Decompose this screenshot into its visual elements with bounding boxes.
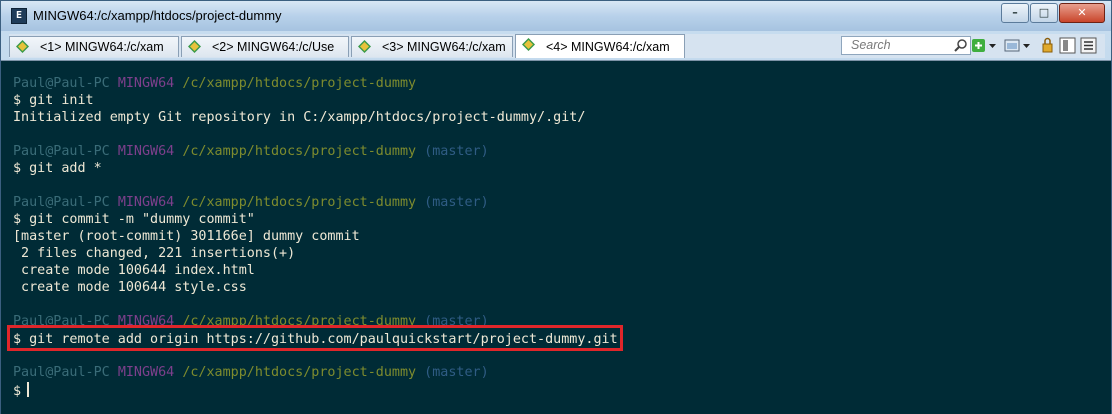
new-tab-dropdown-icon[interactable] (988, 37, 997, 54)
panel-toggle-icon[interactable] (1059, 37, 1076, 54)
menu-icon[interactable] (1080, 37, 1097, 54)
console-tab-icon (358, 40, 371, 53)
prompt-line: Paul@Paul-PC MINGW64 /c/xampp/htdocs/pro… (13, 195, 489, 212)
output-line: 2 files changed, 221 insertions(+) (13, 246, 296, 261)
terminal-app-icon: E (11, 8, 27, 24)
output-line: [master (root-commit) 301166e] dummy com… (13, 229, 360, 244)
title-bar[interactable]: E MINGW64:/c/xampp/htdocs/project-dummy … (1, 1, 1111, 31)
prompt-symbol: $ (13, 384, 22, 399)
prompt-msystem: MINGW64 (117, 365, 175, 380)
command-text: git init (29, 93, 94, 108)
console-window: E MINGW64:/c/xampp/htdocs/project-dummy … (0, 0, 1112, 414)
command-line-active[interactable]: $ (13, 382, 30, 399)
terminal-output[interactable]: Paul@Paul-PC MINGW64 /c/xampp/htdocs/pro… (1, 60, 1111, 414)
tab-1[interactable]: <1> MINGW64:/c/xam (9, 36, 179, 57)
prompt-symbol: $ (13, 161, 22, 176)
new-tab-icon[interactable] (971, 37, 986, 54)
highlight-box (7, 325, 623, 351)
prompt-path: /c/xampp/htdocs/project-dummy (182, 144, 417, 159)
text-cursor (27, 382, 30, 397)
prompt-user: Paul@Paul-PC (13, 144, 110, 159)
search-placeholder: Search (851, 38, 891, 52)
tab-2[interactable]: <2> MINGW64:/c/Use (181, 36, 349, 57)
window-title: MINGW64:/c/xampp/htdocs/project-dummy (33, 8, 282, 23)
search-icon[interactable] (953, 38, 968, 53)
prompt-branch: (master) (424, 195, 489, 210)
command-line: $ git init (13, 93, 94, 110)
prompt-line: Paul@Paul-PC MINGW64 /c/xampp/htdocs/pro… (13, 144, 489, 161)
prompt-symbol: $ (13, 93, 22, 108)
window-controls: – □ ✕ (1000, 3, 1105, 23)
prompt-line: Paul@Paul-PC MINGW64 /c/xampp/htdocs/pro… (13, 76, 416, 93)
tab-bar: <1> MINGW64:/c/xam <2> MINGW64:/c/Use <3… (9, 34, 1105, 58)
prompt-path: /c/xampp/htdocs/project-dummy (182, 76, 417, 91)
window-layout-icon[interactable] (1004, 37, 1020, 54)
search-input[interactable]: Search (841, 36, 971, 55)
console-tab-icon (522, 38, 535, 51)
command-text: git add * (29, 161, 102, 176)
console-tab-icon (188, 40, 201, 53)
prompt-msystem: MINGW64 (117, 195, 175, 210)
tab-2-label: <2> MINGW64:/c/Use (212, 40, 335, 54)
command-line: $ git commit -m "dummy commit" (13, 212, 255, 229)
tab-4-active[interactable]: <4> MINGW64:/c/xam (515, 34, 685, 58)
tab-3[interactable]: <3> MINGW64:/c/xam (351, 36, 513, 57)
prompt-user: Paul@Paul-PC (13, 365, 110, 380)
minimize-button[interactable]: – (1001, 3, 1029, 23)
output-line: Initialized empty Git repository in C:/x… (13, 110, 586, 125)
tab-4-label: <4> MINGW64:/c/xam (546, 40, 670, 54)
tab-3-label: <3> MINGW64:/c/xam (382, 40, 506, 54)
console-tab-icon (16, 40, 29, 53)
command-line: $ git add * (13, 161, 102, 178)
lock-icon[interactable] (1041, 37, 1054, 54)
output-line: create mode 100644 index.html (13, 263, 255, 278)
prompt-branch: (master) (424, 365, 489, 380)
prompt-msystem: MINGW64 (117, 144, 175, 159)
close-button[interactable]: ✕ (1059, 3, 1105, 23)
command-text: git commit -m "dummy commit" (29, 212, 255, 227)
tab-1-label: <1> MINGW64:/c/xam (40, 40, 164, 54)
prompt-msystem: MINGW64 (117, 76, 175, 91)
prompt-path: /c/xampp/htdocs/project-dummy (182, 195, 417, 210)
prompt-user: Paul@Paul-PC (13, 76, 110, 91)
maximize-button[interactable]: □ (1030, 3, 1058, 23)
prompt-branch: (master) (424, 144, 489, 159)
prompt-user: Paul@Paul-PC (13, 195, 110, 210)
layout-dropdown-icon[interactable] (1022, 37, 1031, 54)
output-line: create mode 100644 style.css (13, 280, 247, 295)
prompt-symbol: $ (13, 212, 22, 227)
prompt-path: /c/xampp/htdocs/project-dummy (182, 365, 417, 380)
prompt-line: Paul@Paul-PC MINGW64 /c/xampp/htdocs/pro… (13, 365, 489, 382)
